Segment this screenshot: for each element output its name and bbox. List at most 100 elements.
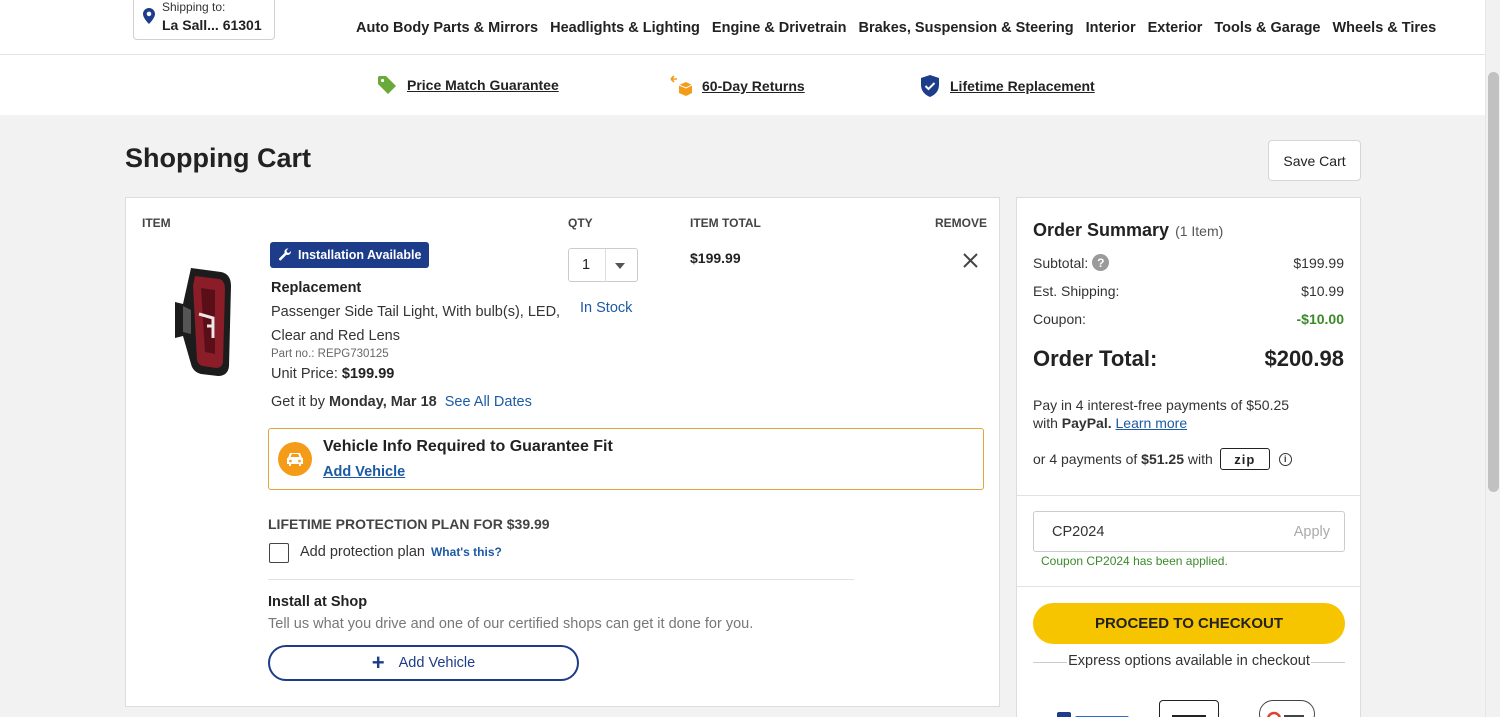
top-nav-bar: Shipping to: La Sall... 61301 Auto Body … bbox=[0, 0, 1485, 55]
installation-available-badge: Installation Available bbox=[270, 242, 430, 268]
info-icon[interactable]: i bbox=[1278, 452, 1292, 466]
paypal-line: Pay in 4 interest-free payments of $50.2… bbox=[1033, 397, 1290, 413]
coupon-label: Coupon: bbox=[1033, 311, 1086, 327]
unit-price: Unit Price: $199.99 bbox=[271, 366, 394, 382]
returns-label: 60-Day Returns bbox=[702, 78, 805, 94]
see-all-dates-link[interactable]: See All Dates bbox=[445, 394, 532, 410]
install-at-shop-description: Tell us what you drive and one of our ce… bbox=[268, 616, 754, 632]
product-brand: Replacement bbox=[271, 280, 362, 296]
nav-engine[interactable]: Engine & Drivetrain bbox=[712, 20, 847, 36]
paypal-pay-later: Pay in 4 interest-free payments of $50.2… bbox=[1033, 396, 1333, 432]
proceed-to-checkout-button[interactable]: PROCEED TO CHECKOUT bbox=[1033, 603, 1345, 644]
learn-more-link[interactable]: Learn more bbox=[1116, 415, 1188, 431]
zip-amount: $51.25 bbox=[1141, 451, 1184, 467]
lifetime-link[interactable]: Lifetime Replacement bbox=[920, 75, 1095, 97]
col-item-header: ITEM bbox=[142, 216, 171, 230]
col-qty-header: QTY bbox=[568, 216, 593, 230]
coupon-row: Coupon: -$10.00 bbox=[1033, 311, 1344, 327]
order-total-label: Order Total: bbox=[1033, 346, 1158, 371]
order-summary-heading: Order Summary bbox=[1033, 220, 1170, 240]
protection-plan-checkbox[interactable] bbox=[269, 543, 289, 563]
divider bbox=[268, 579, 854, 580]
help-icon[interactable]: ? bbox=[1092, 254, 1110, 271]
shipping-label: Est. Shipping: bbox=[1033, 283, 1120, 299]
delivery-estimate: Get it by Monday, Mar 18 See All Dates bbox=[271, 394, 532, 410]
apple-pay-logo-icon bbox=[1172, 715, 1206, 717]
coupon-value: -$10.00 bbox=[1296, 311, 1344, 327]
part-number: Part no.: REPG730125 bbox=[271, 348, 389, 360]
nav-interior[interactable]: Interior bbox=[1086, 20, 1136, 36]
apply-coupon-button[interactable]: Apply bbox=[1294, 524, 1330, 540]
google-pay-logo-icon bbox=[1267, 711, 1304, 717]
apple-pay-button[interactable] bbox=[1159, 700, 1219, 717]
nav-brakes[interactable]: Brakes, Suspension & Steering bbox=[858, 20, 1073, 36]
product-image[interactable] bbox=[171, 266, 236, 378]
page-scrollbar[interactable] bbox=[1485, 0, 1500, 717]
protection-plan-label: Add protection plan What's this? bbox=[300, 544, 502, 560]
zip-prefix: or 4 payments of bbox=[1033, 451, 1138, 467]
col-total-header: ITEM TOTAL bbox=[690, 216, 761, 230]
wrench-icon bbox=[278, 248, 291, 261]
vehicle-fit-notice: Vehicle Info Required to Guarantee Fit A… bbox=[268, 428, 984, 490]
quantity-select[interactable]: 1 bbox=[568, 248, 638, 282]
vehicle-fit-title: Vehicle Info Required to Guarantee Fit bbox=[323, 438, 613, 455]
nav-auto-body[interactable]: Auto Body Parts & Mirrors bbox=[356, 20, 538, 36]
add-vehicle-button-label: Add Vehicle bbox=[398, 655, 476, 671]
ship-to-label: Shipping to: bbox=[162, 0, 226, 14]
ship-to-value: La Sall... 61301 bbox=[162, 17, 262, 33]
category-nav: Auto Body Parts & Mirrors Headlights & L… bbox=[356, 20, 1448, 36]
paypal-with: with bbox=[1033, 415, 1058, 431]
divider bbox=[1017, 495, 1360, 496]
order-summary-panel: Order Summary (1 Item) Subtotal:? $199.99… bbox=[1016, 197, 1361, 717]
paypal-express-button[interactable] bbox=[1055, 700, 1135, 717]
benefits-strip: Price Match Guarantee 60-Day Returns Lif… bbox=[0, 55, 1485, 115]
google-pay-button[interactable] bbox=[1259, 700, 1315, 717]
col-remove-header: REMOVE bbox=[935, 216, 988, 230]
unit-price-value: $199.99 bbox=[341, 366, 395, 382]
subtotal-label: Subtotal: bbox=[1033, 254, 1089, 271]
shipping-row: Est. Shipping: $10.99 bbox=[1033, 283, 1344, 299]
subtotal-value: $199.99 bbox=[1293, 254, 1344, 271]
order-total-row: Order Total: $200.98 bbox=[1033, 346, 1344, 372]
quantity-divider bbox=[605, 249, 606, 282]
zip-with: with bbox=[1187, 451, 1213, 467]
nav-headlights[interactable]: Headlights & Lighting bbox=[550, 20, 700, 36]
remove-item-close-icon[interactable] bbox=[962, 252, 979, 269]
paypal-logo-icon bbox=[1057, 712, 1129, 717]
paypal-name: PayPal. bbox=[1061, 415, 1112, 431]
product-name[interactable]: Passenger Side Tail Light, With bulb(s),… bbox=[271, 300, 561, 348]
save-cart-button[interactable]: Save Cart bbox=[1268, 140, 1361, 181]
price-match-label: Price Match Guarantee bbox=[407, 77, 559, 93]
quantity-value: 1 bbox=[582, 257, 591, 273]
subtotal-row: Subtotal:? $199.99 bbox=[1033, 254, 1344, 271]
protection-plan-title: LIFETIME PROTECTION PLAN FOR $39.99 bbox=[268, 516, 550, 532]
shipping-location-selector[interactable]: Shipping to: La Sall... 61301 bbox=[133, 0, 275, 40]
price-match-link[interactable]: Price Match Guarantee bbox=[377, 75, 559, 95]
coupon-input[interactable]: CP2024 Apply bbox=[1033, 511, 1345, 552]
price-tag-icon bbox=[378, 76, 396, 94]
shipping-value: $10.99 bbox=[1301, 283, 1344, 299]
page-title: Shopping Cart bbox=[125, 143, 311, 173]
plus-icon: + bbox=[371, 650, 385, 675]
zip-installments: or 4 payments of $51.25 with zip i bbox=[1033, 448, 1292, 470]
order-total-value: $200.98 bbox=[1264, 346, 1344, 371]
order-summary-title: Order Summary (1 Item) bbox=[1033, 220, 1223, 241]
express-options-text: Express options available in checkout bbox=[1033, 653, 1345, 669]
scrollbar-thumb[interactable] bbox=[1488, 72, 1499, 492]
add-vehicle-link[interactable]: Add Vehicle bbox=[323, 464, 405, 480]
returns-link[interactable]: 60-Day Returns bbox=[670, 75, 805, 97]
nav-tools[interactable]: Tools & Garage bbox=[1214, 20, 1320, 36]
whats-this-link[interactable]: What's this? bbox=[431, 545, 502, 559]
zip-logo: zip bbox=[1219, 448, 1270, 470]
nav-wheels[interactable]: Wheels & Tires bbox=[1333, 20, 1437, 36]
chevron-down-icon bbox=[615, 263, 625, 269]
lifetime-label: Lifetime Replacement bbox=[950, 78, 1095, 94]
install-at-shop-title: Install at Shop bbox=[268, 594, 368, 610]
add-vehicle-button[interactable]: + Add Vehicle bbox=[268, 645, 579, 681]
stock-status: In Stock bbox=[580, 300, 633, 316]
express-payment-options bbox=[1055, 700, 1325, 717]
return-box-icon bbox=[670, 75, 692, 96]
nav-exterior[interactable]: Exterior bbox=[1148, 20, 1203, 36]
installation-badge-label: Installation Available bbox=[298, 248, 422, 262]
shield-check-icon bbox=[921, 75, 939, 97]
